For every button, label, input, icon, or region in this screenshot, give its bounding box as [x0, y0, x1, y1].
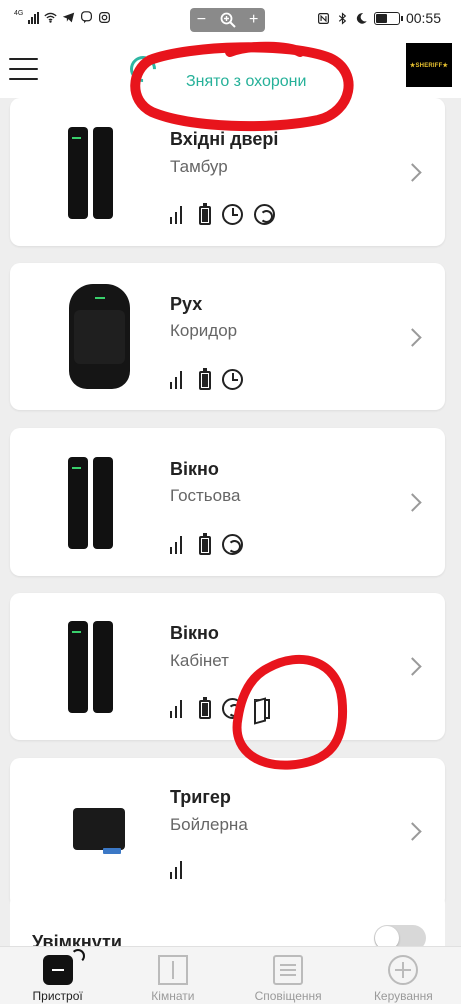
device-room: Бойлерна	[170, 815, 248, 834]
device-status-icons	[170, 368, 243, 390]
device-room: Гостьова	[170, 486, 241, 505]
arm-status-text[interactable]: Знято з охорони	[186, 73, 306, 91]
cell-signal-icon	[28, 11, 40, 24]
device-card[interactable]: Вікно Гостьова	[10, 428, 445, 576]
motion-detector-image	[69, 284, 130, 389]
cycle-icon	[222, 698, 243, 719]
hub-logo-text: ★SHERIFF★	[409, 62, 449, 69]
device-name: Рух	[170, 294, 203, 314]
devices-icon	[42, 949, 85, 985]
zoom-control[interactable]: − +	[190, 8, 265, 32]
door-open-icon	[254, 698, 270, 719]
wifi-icon	[44, 12, 57, 23]
door-contact-image	[68, 457, 124, 549]
door-contact-image	[68, 621, 124, 713]
device-name: Вікно	[170, 459, 219, 479]
security-status-icon	[124, 50, 162, 88]
door-contact-image	[68, 127, 124, 219]
status-left: 4G	[14, 10, 111, 24]
zoom-in-button[interactable]: +	[249, 11, 258, 29]
battery-icon	[373, 11, 403, 25]
signal-icon	[170, 370, 188, 389]
chevron-right-icon[interactable]	[403, 328, 422, 347]
instagram-icon	[99, 12, 111, 23]
chevron-right-icon[interactable]	[403, 493, 422, 512]
tab-devices[interactable]: Пристрої	[0, 947, 115, 1004]
clock-icon	[222, 204, 243, 225]
relay-image	[73, 808, 125, 854]
cycle-icon	[254, 204, 275, 225]
nfc-icon	[317, 12, 329, 24]
zoom-out-button[interactable]: −	[197, 11, 206, 29]
hub-logo[interactable]: ★SHERIFF★	[406, 43, 452, 87]
signal-icon	[170, 535, 188, 554]
chevron-right-icon[interactable]	[403, 822, 422, 841]
status-right: 00:55	[317, 10, 441, 26]
signal-icon	[170, 699, 188, 718]
tab-rooms[interactable]: Кімнати	[115, 947, 230, 1004]
tab-label: Сповіщення	[254, 989, 322, 1003]
bottom-nav: Пристрої Кімнати Сповіщення Керування	[0, 946, 461, 1004]
tab-label: Керування	[373, 989, 433, 1003]
device-room: Тамбур	[170, 157, 228, 176]
battery-icon	[199, 697, 211, 719]
rooms-icon	[157, 955, 188, 985]
moon-icon	[356, 12, 367, 24]
device-name: Вхідні двері	[170, 129, 279, 149]
network-type: 4G	[14, 10, 24, 17]
device-room: Коридор	[170, 321, 238, 340]
notifications-icon	[273, 955, 304, 985]
tab-label: Кімнати	[151, 989, 195, 1003]
device-name: Тригер	[170, 787, 231, 807]
device-list[interactable]: Вхідні двері Тамбур Рух Коридор Вікно Го…	[0, 98, 461, 946]
battery-icon	[199, 203, 211, 225]
signal-icon	[170, 205, 188, 224]
telegram-icon	[63, 12, 75, 23]
control-icon	[388, 955, 419, 985]
zoom-icon	[220, 12, 236, 28]
device-card[interactable]: Вхідні двері Тамбур	[10, 98, 445, 246]
bluetooth-icon	[338, 11, 347, 25]
clock-icon	[222, 369, 243, 390]
menu-button[interactable]	[9, 58, 38, 80]
device-status-icons	[170, 697, 270, 719]
device-status-icons	[170, 861, 188, 879]
device-status-icons	[170, 533, 243, 555]
app-header: Знято з охорони ★SHERIFF★	[0, 40, 461, 98]
device-card[interactable]: Вікно Кабінет	[10, 593, 445, 740]
battery-icon	[199, 533, 211, 555]
battery-icon	[199, 368, 211, 390]
clock-time: 00:55	[405, 10, 441, 26]
chevron-right-icon[interactable]	[403, 163, 422, 182]
status-bar: 4G − + 00:55	[0, 0, 461, 40]
tab-control[interactable]: Керування	[346, 947, 461, 1004]
device-room: Кабінет	[170, 651, 229, 670]
device-card[interactable]: Рух Коридор	[10, 263, 445, 410]
tab-notifications[interactable]: Сповіщення	[231, 947, 346, 1004]
device-card[interactable]: Тригер Бойлерна	[10, 758, 445, 908]
viber-icon	[81, 11, 93, 24]
device-name: Вікно	[170, 623, 219, 643]
cycle-icon	[222, 534, 243, 555]
signal-icon	[170, 861, 188, 879]
device-status-icons	[170, 203, 275, 225]
chevron-right-icon[interactable]	[403, 657, 422, 676]
tab-label: Пристрої	[32, 989, 83, 1003]
